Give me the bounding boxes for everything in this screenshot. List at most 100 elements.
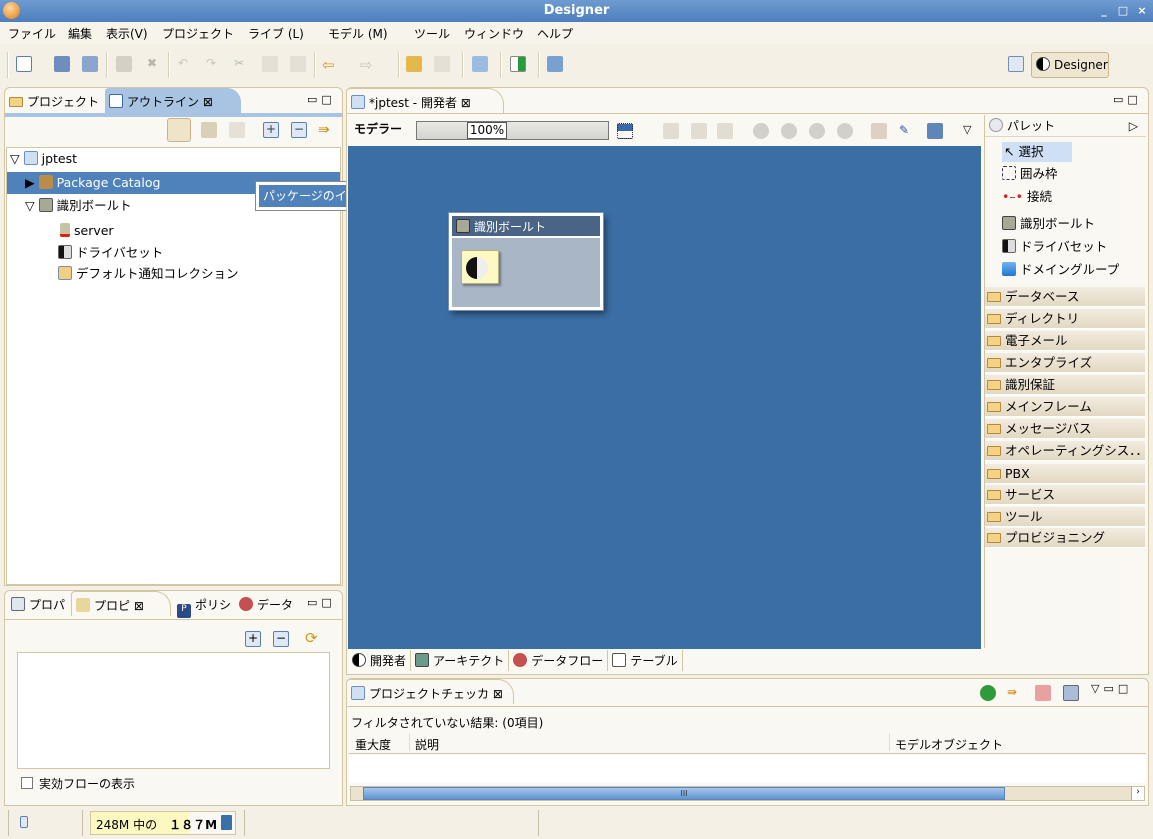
new-icon[interactable] xyxy=(16,56,32,72)
copy-icon[interactable] xyxy=(262,56,278,72)
run-icon[interactable] xyxy=(980,685,996,701)
column-description[interactable]: 説明 xyxy=(415,736,439,753)
tab-editor-jptest[interactable]: *jptest - 開発者 ⊠ xyxy=(346,88,504,113)
scroll-right-button[interactable]: › xyxy=(1131,787,1144,800)
redo-icon[interactable]: ↷ xyxy=(206,56,222,72)
palette-tool-select[interactable]: ↖ 選択 xyxy=(1002,142,1072,162)
open-perspective-icon[interactable] xyxy=(1008,56,1024,72)
minimize-maximize-icons[interactable]: ▭□ xyxy=(1113,93,1142,106)
view-menu-icon[interactable]: ▽ xyxy=(963,123,971,136)
tab-table[interactable]: テーブル xyxy=(608,650,683,671)
expand-all-icon[interactable]: + xyxy=(245,631,261,647)
tab-policy-view[interactable]: プロピ ⊠ xyxy=(71,591,171,616)
menu-project[interactable]: プロジェクト xyxy=(162,25,234,42)
back-icon[interactable]: ⇦ xyxy=(322,56,338,74)
save-icon[interactable] xyxy=(54,56,70,72)
minimize-button[interactable]: _ xyxy=(1096,3,1112,19)
menu-file[interactable]: ファイル xyxy=(8,25,56,42)
tree-item-server[interactable]: server xyxy=(60,220,114,242)
import-icon[interactable] xyxy=(406,56,422,72)
tab-dataflow-view[interactable]: データフロー xyxy=(509,650,609,671)
marquee-icon[interactable] xyxy=(617,123,633,139)
close-tab-icon[interactable]: ⊠ xyxy=(461,96,471,110)
menu-edit[interactable]: 編集 xyxy=(68,25,92,42)
menu-view[interactable]: 表示(V) xyxy=(106,25,148,42)
tree-item-vault[interactable]: ▽ 識別ボールト xyxy=(25,195,132,217)
export-disabled-icon[interactable] xyxy=(691,123,707,139)
palette-drawer[interactable]: サービス xyxy=(985,485,1145,505)
palette-drawer[interactable]: メッセージバス xyxy=(985,419,1145,439)
tab-project[interactable]: プロジェクト xyxy=(5,88,105,113)
save-report-icon[interactable] xyxy=(1063,685,1079,701)
garbage-collect-icon[interactable] xyxy=(221,815,232,830)
expand-arrow-icon[interactable]: ▽ xyxy=(10,151,20,166)
fast-view-icon[interactable] xyxy=(20,816,28,828)
browser-icon[interactable] xyxy=(547,56,563,72)
palette-drawer[interactable]: オペレーティングシス．． xyxy=(985,441,1145,461)
export-icon[interactable] xyxy=(434,56,450,72)
menu-window[interactable]: ウィンドウ xyxy=(464,25,524,42)
tab-outline[interactable]: アウトライン ⊠ xyxy=(105,88,241,113)
link-editor-icon[interactable]: ⇛ xyxy=(318,122,334,138)
tree-item-driverset[interactable]: ドライバセット xyxy=(58,242,163,264)
collapsed-arrow-icon[interactable]: ▶ xyxy=(25,175,35,190)
monitor-icon[interactable] xyxy=(927,123,943,139)
palette-drawer[interactable]: データベース xyxy=(985,287,1145,307)
close-tab-icon[interactable]: ⊠ xyxy=(203,95,213,109)
undo-icon[interactable]: ↶ xyxy=(178,56,194,72)
clear-icon[interactable] xyxy=(1035,685,1051,701)
stop-disabled-icon[interactable] xyxy=(781,123,797,139)
tab-developer[interactable]: 開発者 xyxy=(348,650,412,671)
minimize-maximize-icons[interactable]: ▭□ xyxy=(307,596,336,609)
tab-dataflow[interactable]: データ xyxy=(235,591,299,616)
show-model-icon[interactable] xyxy=(201,122,217,138)
palette-drawer[interactable]: プロビジョニング xyxy=(985,528,1145,548)
palette-drawer[interactable]: メインフレーム xyxy=(985,397,1145,417)
project-checker-icon[interactable] xyxy=(472,56,488,72)
menu-tools[interactable]: ツール xyxy=(414,25,450,42)
modeler-canvas[interactable] xyxy=(348,146,981,649)
palette-drawer[interactable]: エンタプライズ xyxy=(985,353,1145,373)
menu-help[interactable]: ヘルプ xyxy=(537,25,573,42)
eraser-icon[interactable] xyxy=(871,123,887,139)
tab-policy[interactable]: P ポリシ xyxy=(173,591,237,618)
print-icon[interactable] xyxy=(116,56,132,72)
view-menu-minmax-icons[interactable]: ▽▭□ xyxy=(1091,682,1132,695)
menu-live[interactable]: ライブ (L) xyxy=(248,25,304,42)
tab-architect[interactable]: アーキテクト xyxy=(411,650,510,671)
restart-disabled-icon[interactable] xyxy=(809,123,825,139)
palette-tool-marquee[interactable]: 囲み枠 xyxy=(1002,164,1058,184)
zoom-slider[interactable]: 100% xyxy=(416,121,609,140)
designer-perspective-button[interactable]: Designer xyxy=(1031,52,1109,78)
palette-item-domain-group[interactable]: ドメイングループ xyxy=(1002,260,1119,280)
palette-drawer[interactable]: PBX xyxy=(985,464,1145,484)
minimize-maximize-icons[interactable]: ▭□ xyxy=(307,93,336,106)
maximize-button[interactable]: □ xyxy=(1115,3,1131,19)
refresh-icon[interactable]: ⟳ xyxy=(305,629,321,647)
collapse-all-icon[interactable]: − xyxy=(273,631,289,647)
horizontal-scrollbar[interactable]: III › xyxy=(350,786,1145,801)
tree-item-notification-collection[interactable]: デフォルト通知コレクション xyxy=(58,263,239,285)
palette-item-driverset[interactable]: ドライバセット xyxy=(1002,237,1107,257)
deploy-icon[interactable] xyxy=(510,56,526,72)
scrollbar-thumb[interactable]: III xyxy=(363,787,1005,800)
info-disabled-icon[interactable] xyxy=(837,123,853,139)
menu-model[interactable]: モデル (M) xyxy=(328,25,388,42)
collapse-all-icon[interactable]: − xyxy=(291,122,307,138)
pen-icon[interactable]: ✎ xyxy=(899,123,915,139)
heap-status[interactable]: 248M 中の １８７M xyxy=(90,811,236,835)
compare-disabled-icon[interactable] xyxy=(717,123,733,139)
palette-drawer[interactable]: ツール xyxy=(985,507,1145,527)
column-model-object[interactable]: モデルオブジェクト xyxy=(895,736,1003,753)
palette-item-vault[interactable]: 識別ボールト xyxy=(1002,214,1095,234)
collapse-palette-icon[interactable]: ▷ xyxy=(1129,115,1138,137)
import-disabled-icon[interactable] xyxy=(663,123,679,139)
palette-drawer[interactable]: ディレクトリ xyxy=(985,309,1145,329)
tab-project-checker[interactable]: プロジェクトチェッカ ⊠ xyxy=(346,679,514,704)
policy-list[interactable] xyxy=(17,652,330,769)
column-severity[interactable]: 重大度 xyxy=(355,736,391,753)
expand-all-icon[interactable]: + xyxy=(263,122,279,138)
delete-icon[interactable]: ✖ xyxy=(144,56,160,72)
start-disabled-icon[interactable] xyxy=(753,123,769,139)
palette-drawer[interactable]: 電子メール xyxy=(985,331,1145,351)
